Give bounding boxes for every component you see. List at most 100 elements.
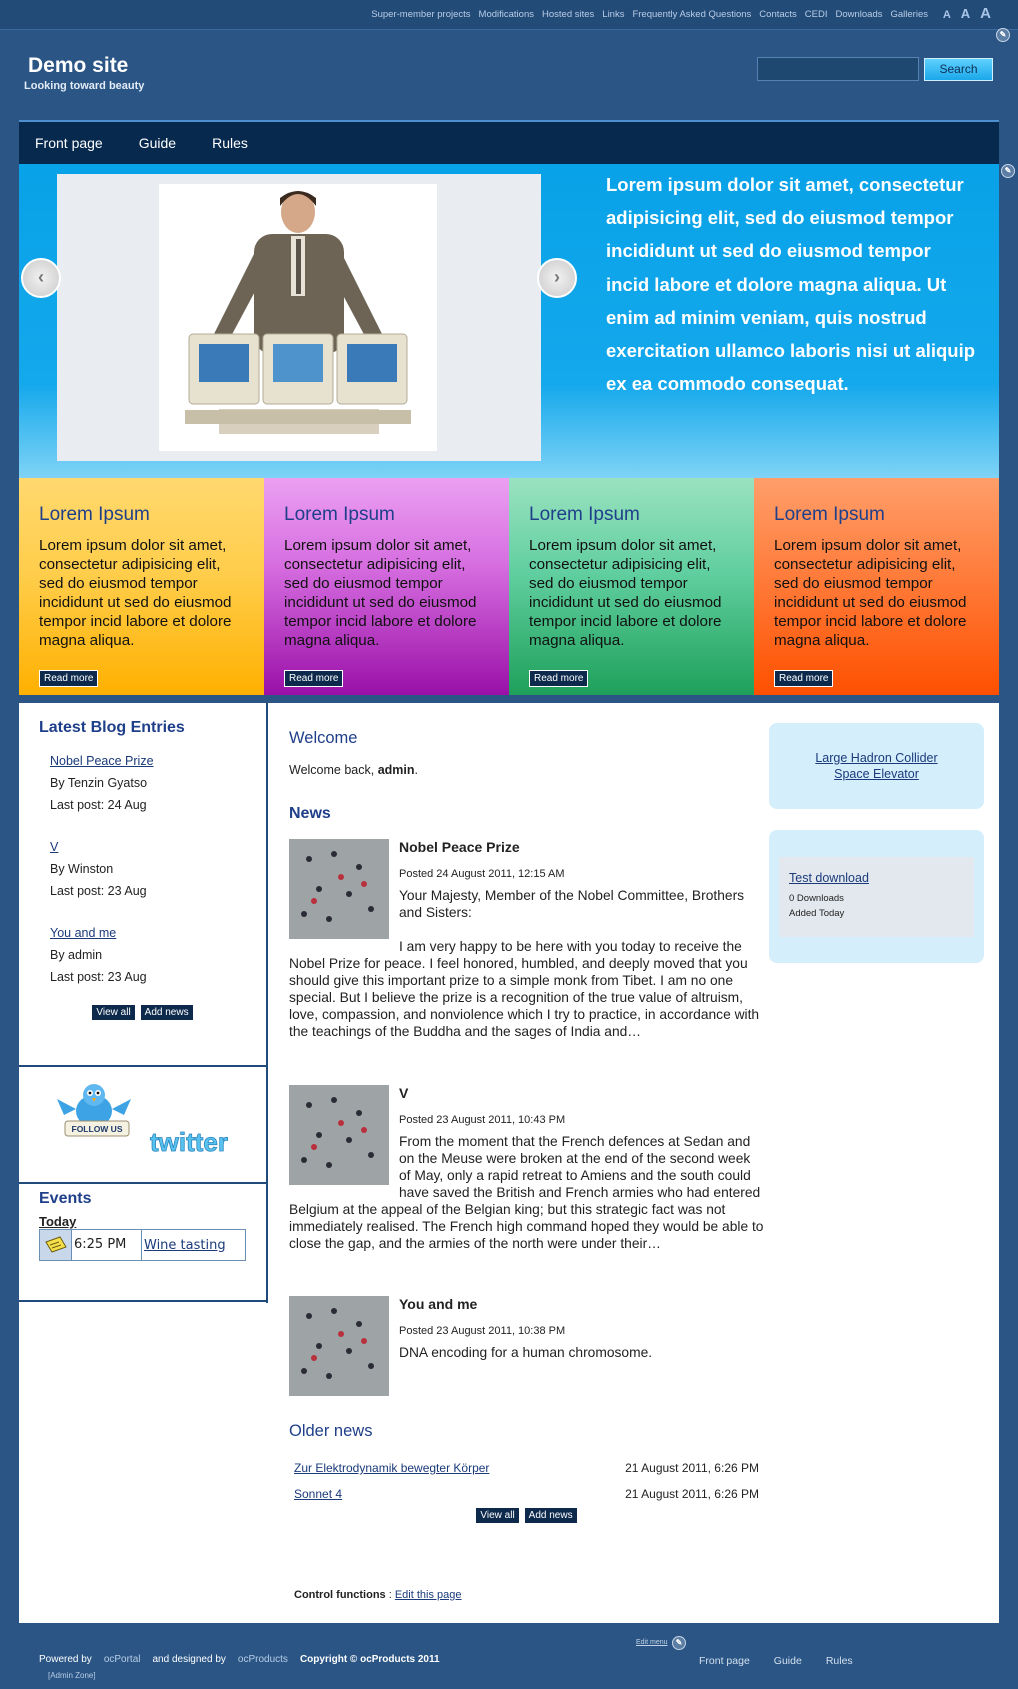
footer-nav-rules[interactable]: Rules (826, 1655, 853, 1667)
top-link-modifications[interactable]: Modifications (479, 9, 534, 20)
news-body: I am very happy to be here with you toda… (289, 939, 760, 1039)
side-link-lhc[interactable]: Large Hadron Collider (815, 751, 937, 765)
blog-entry-last-post: Last post: 24 Aug (50, 798, 147, 812)
top-link-downloads[interactable]: Downloads (836, 9, 883, 20)
hero-banner: ‹ › Lorem ipsum dolor sit amet, consecte… (19, 164, 999, 478)
read-more-button[interactable]: Read more (284, 670, 344, 687)
footer-nav-guide[interactable]: Guide (774, 1655, 802, 1667)
search-button[interactable]: Search (924, 58, 993, 81)
top-link-super-member-projects[interactable]: Super-member projects (371, 9, 470, 20)
admin-zone-link[interactable]: [Admin Zone] (48, 1671, 96, 1680)
news-thumbnail[interactable] (289, 1296, 389, 1396)
slideshow-frame (57, 174, 541, 461)
edit-this-page-link[interactable]: Edit this page (395, 1589, 462, 1601)
download-card: Test download 0 Downloads Added Today (779, 857, 974, 937)
feature-box: Lorem Ipsum Lorem ipsum dolor sit amet, … (264, 478, 509, 695)
feature-boxes: Lorem Ipsum Lorem ipsum dolor sit amet, … (19, 478, 999, 695)
top-link-links[interactable]: Links (602, 9, 624, 20)
main-nav: Front page Guide Rules (19, 120, 999, 164)
blog-entry-author: By Tenzin Gyatso (50, 776, 148, 790)
font-size-medium-button[interactable]: A (961, 6, 970, 21)
top-links: Super-member projects Modifications Host… (371, 9, 928, 20)
news-thumbnail[interactable] (289, 839, 389, 939)
site-title[interactable]: Demo site (28, 54, 128, 78)
svg-text:FOLLOW US: FOLLOW US (72, 1124, 123, 1134)
main-content: Latest Blog Entries Nobel Peace Prize By… (19, 703, 999, 1623)
top-link-hosted-sites[interactable]: Hosted sites (542, 9, 594, 20)
footer-ocproducts-link[interactable]: ocProducts (238, 1654, 288, 1665)
edit-menu-link[interactable]: Edit menu (636, 1639, 668, 1646)
font-size-controls: A A A (943, 5, 991, 22)
older-news-row: Sonnet 4 21 August 2011, 6:26 PM (294, 1487, 759, 1501)
blog-entry: You and me By admin Last post: 23 Aug (50, 922, 266, 988)
footer-nav-front-page[interactable]: Front page (699, 1655, 750, 1667)
left-sidebar: Latest Blog Entries Nobel Peace Prize By… (19, 703, 268, 1303)
font-size-small-button[interactable]: A (943, 9, 951, 21)
nav-guide[interactable]: Guide (139, 135, 176, 151)
older-news-link[interactable]: Zur Elektrodynamik bewegter Körper (294, 1461, 489, 1475)
control-functions: Control functions : Edit this page (294, 1589, 462, 1601)
older-news-row: Zur Elektrodynamik bewegter Körper 21 Au… (294, 1461, 759, 1475)
older-news-date: 21 August 2011, 6:26 PM (625, 1487, 759, 1501)
blog-entry-link[interactable]: V (50, 840, 58, 854)
download-added: Added Today (789, 908, 845, 919)
nav-front-page[interactable]: Front page (35, 135, 103, 151)
twitter-panel: FOLLOW US twitter (19, 1067, 266, 1184)
read-more-button[interactable]: Read more (774, 670, 834, 687)
event-note-icon (40, 1230, 72, 1260)
downloads-box: Test download 0 Downloads Added Today (769, 830, 984, 963)
older-news-heading: Older news (289, 1422, 373, 1440)
feature-box-text: Lorem ipsum dolor sit amet, consectetur … (39, 537, 232, 649)
read-more-button[interactable]: Read more (529, 670, 589, 687)
events-panel: Events Today 6:25 PM Wine tasting (19, 1184, 266, 1302)
slide-next-arrow-icon[interactable]: › (537, 258, 577, 298)
top-link-cedi[interactable]: CEDI (805, 9, 828, 20)
feature-box-title: Lorem Ipsum (284, 504, 395, 525)
feature-box-title: Lorem Ipsum (39, 504, 150, 525)
blog-panel: Latest Blog Entries Nobel Peace Prize By… (19, 703, 266, 1067)
feature-box-text: Lorem ipsum dolor sit amet, consectetur … (529, 537, 722, 649)
blog-view-all-button[interactable]: View all (91, 1004, 136, 1021)
welcome-message: Welcome back, admin. (289, 763, 418, 777)
search-input[interactable] (757, 57, 919, 81)
welcome-heading: Welcome (289, 729, 358, 747)
blog-entry-link[interactable]: Nobel Peace Prize (50, 754, 154, 768)
feature-box: Lorem Ipsum Lorem ipsum dolor sit amet, … (754, 478, 999, 695)
news-view-all-button[interactable]: View all (475, 1507, 520, 1524)
footer-powered-by: Powered by (39, 1654, 92, 1665)
older-news-link[interactable]: Sonnet 4 (294, 1487, 342, 1501)
event-time: 6:25 PM (72, 1230, 142, 1260)
event-link[interactable]: Wine tasting (142, 1238, 226, 1253)
blog-entry: Nobel Peace Prize By Tenzin Gyatso Last … (50, 750, 266, 816)
download-link[interactable]: Test download (789, 871, 869, 885)
footer: Powered by ocPortal and designed by ocPr… (0, 1623, 1018, 1689)
side-link-space-elevator[interactable]: Space Elevator (834, 767, 919, 781)
site-subtitle: Looking toward beauty (24, 80, 145, 92)
top-link-galleries[interactable]: Galleries (891, 9, 929, 20)
edit-banner-icon[interactable]: ✎ (1001, 164, 1015, 178)
font-size-large-button[interactable]: A (980, 5, 991, 22)
blog-add-news-button[interactable]: Add news (139, 1004, 194, 1021)
news-add-news-button[interactable]: Add news (523, 1507, 578, 1524)
news-thumbnail[interactable] (289, 1085, 389, 1185)
read-more-button[interactable]: Read more (39, 670, 99, 687)
blog-entry-link[interactable]: You and me (50, 926, 116, 940)
top-link-contacts[interactable]: Contacts (759, 9, 797, 20)
feature-box-title: Lorem Ipsum (529, 504, 640, 525)
news-item: You and me Posted 23 August 2011, 10:38 … (289, 1296, 764, 1400)
edit-menu-icon[interactable]: ✎ (672, 1636, 686, 1650)
blog-heading: Latest Blog Entries (39, 719, 185, 736)
blog-entry-last-post: Last post: 23 Aug (50, 970, 147, 984)
news-heading: News (289, 805, 331, 822)
edit-zone-icon[interactable]: ✎ (996, 28, 1010, 42)
events-heading: Events (39, 1190, 92, 1207)
blog-entry-last-post: Last post: 23 Aug (50, 884, 147, 898)
top-link-faq[interactable]: Frequently Asked Questions (632, 9, 751, 20)
slide-prev-arrow-icon[interactable]: ‹ (21, 258, 61, 298)
footer-designed-by: and designed by (152, 1654, 226, 1665)
feature-box: Lorem Ipsum Lorem ipsum dolor sit amet, … (509, 478, 754, 695)
nav-rules[interactable]: Rules (212, 135, 248, 151)
footer-credits: Powered by ocPortal and designed by ocPr… (39, 1654, 440, 1665)
twitter-follow-icon[interactable]: FOLLOW US twitter (19, 1067, 268, 1182)
footer-ocportal-link[interactable]: ocPortal (104, 1654, 141, 1665)
